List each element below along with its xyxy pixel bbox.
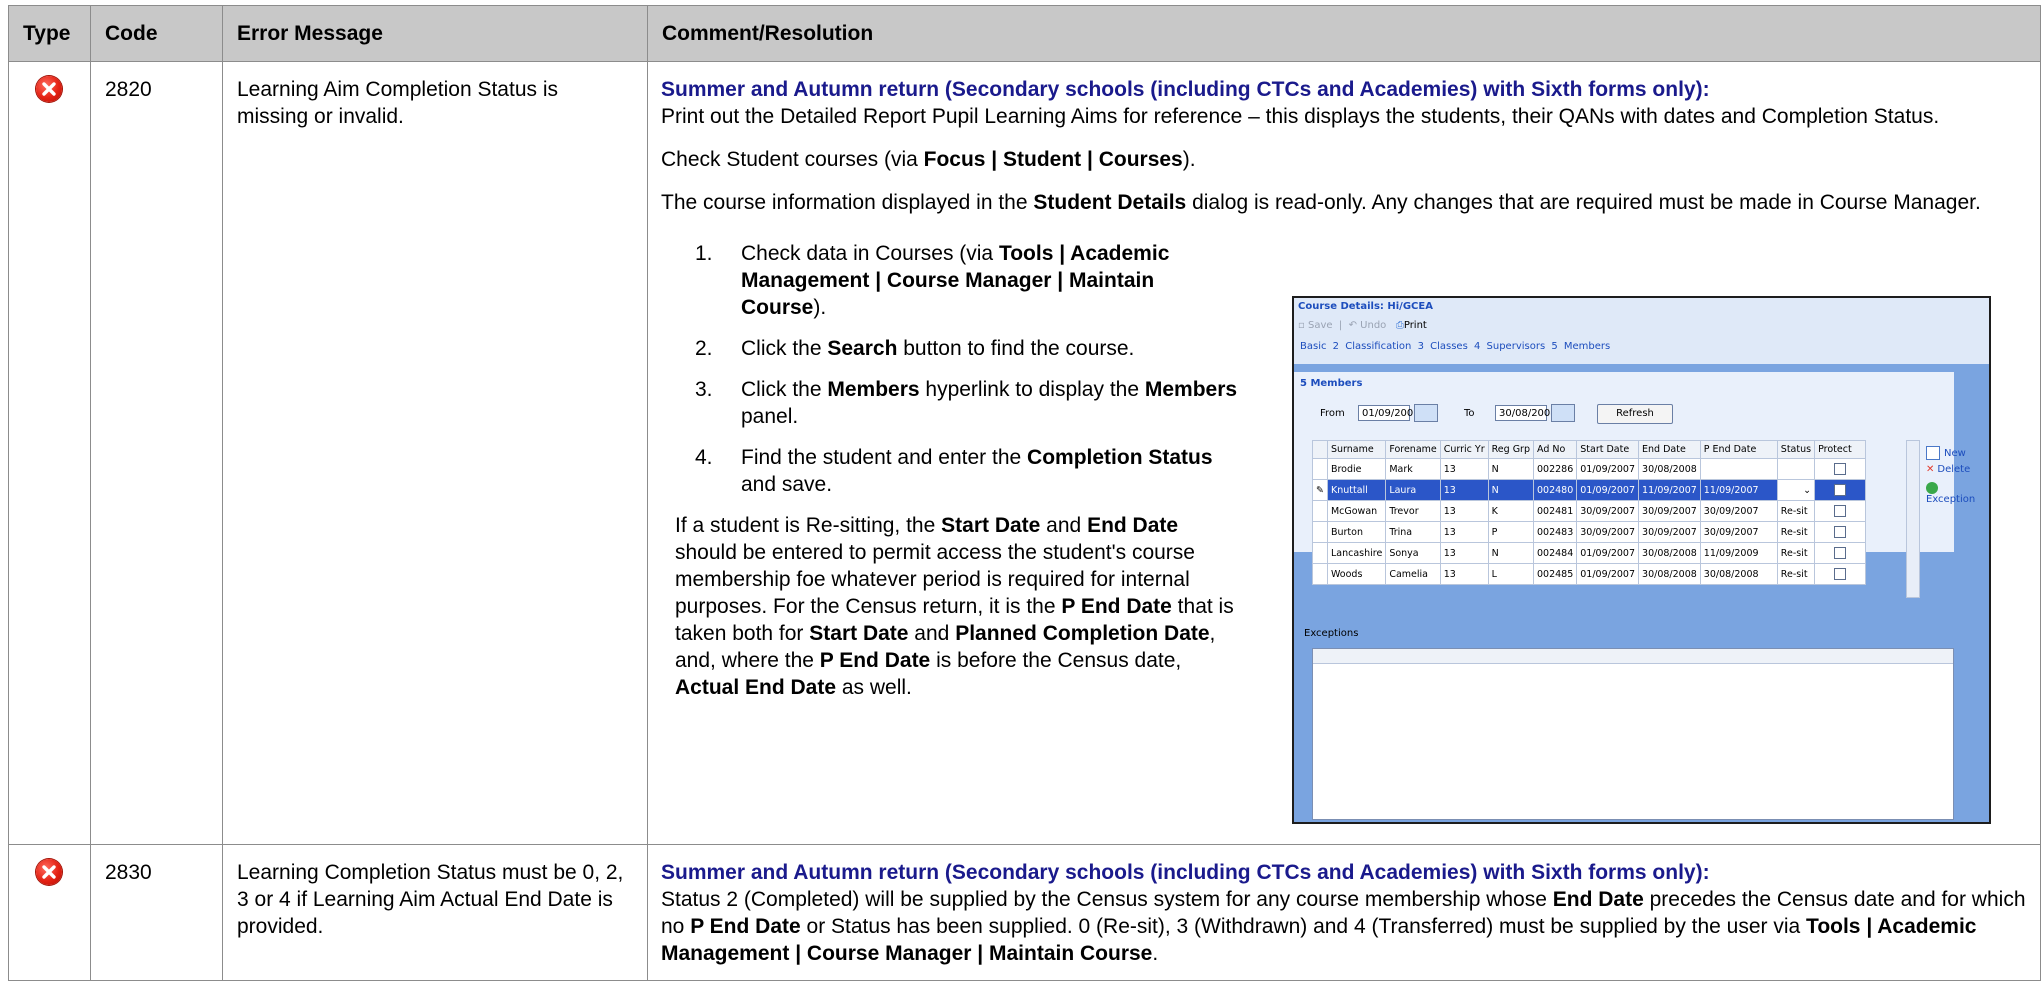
new-icon [1926, 446, 1940, 460]
error-message: Learning Completion Status must be 0, 2,… [237, 861, 624, 938]
header-row: Type Code Error Message Comment/Resoluti… [8, 5, 2041, 62]
type-cell [8, 844, 91, 981]
comment-paragraph: Check Student courses (via Focus | Stude… [661, 148, 1196, 171]
from-label: From [1320, 408, 1345, 419]
table-row[interactable]: Burton Trina 13 P 002483 30/09/2007 30/09/2007… [1312, 521, 1867, 543]
new-button[interactable]: New [1926, 446, 1966, 460]
list-item: 4. Find the student and enter the Complet… [695, 446, 1213, 496]
column-header[interactable]: Start Date [1576, 440, 1640, 459]
protect-checkbox[interactable] [1834, 526, 1847, 538]
members-section-title: 5 Members [1300, 378, 1363, 389]
code-cell: 2830 [90, 844, 223, 981]
type-cell [8, 61, 91, 845]
window-title: Course Details: Hi/GCEA [1298, 301, 1433, 312]
link-members[interactable]: 5 Members [1551, 341, 1610, 352]
header-error: Error Message [222, 5, 648, 62]
code-cell: 2820 [90, 61, 223, 845]
protect-checkbox[interactable] [1834, 547, 1847, 559]
calendar-icon[interactable] [1551, 404, 1575, 422]
link-classes[interactable]: 3 Classes [1418, 341, 1468, 352]
status-dropdown[interactable]: ⌄ [1776, 479, 1816, 501]
chevron-down-icon: ⌄ [1803, 484, 1812, 496]
exception-icon [1926, 482, 1938, 494]
header-comment: Comment/Resolution [647, 5, 2041, 62]
members-grid: Surname Forename Curric Yr Reg Grp Ad No… [1312, 440, 1867, 585]
exceptions-pane [1312, 648, 1954, 820]
refresh-button[interactable]: Refresh [1597, 404, 1673, 424]
list-item: 2. Click the Search button to find the co… [695, 337, 1135, 360]
exception-button[interactable]: Exception [1926, 482, 1989, 505]
return-heading: Summer and Autumn return (Secondary scho… [661, 78, 1710, 101]
resit-note: If a student is Re-sitting, the Start Da… [675, 514, 1234, 699]
column-header[interactable]: Forename [1385, 440, 1441, 459]
protect-checkbox[interactable] [1834, 484, 1847, 496]
header-code: Code [90, 5, 223, 62]
column-header[interactable]: Surname [1326, 440, 1387, 459]
save-button[interactable]: ▫ Save [1298, 320, 1333, 331]
column-header[interactable]: Curric Yr [1439, 440, 1489, 459]
error-cell: Learning Aim Completion Status is missin… [222, 61, 648, 845]
to-date-input[interactable]: 30/08/2008 [1495, 405, 1557, 421]
comment-paragraph: Print out the Detailed Report Pupil Lear… [661, 105, 1940, 128]
table-row: 2830 Learning Completion Status must be … [8, 844, 2041, 981]
comment-cell: Summer and Autumn return (Secondary scho… [647, 844, 2041, 981]
protect-checkbox[interactable] [1834, 505, 1847, 517]
table-row[interactable]: Lancashire Sonya 13 N 002484 01/09/2007 30/08/… [1312, 542, 1867, 564]
table-row[interactable]: McGowan Trevor 13 K 002481 30/09/2007 30/09/20… [1312, 500, 1867, 522]
column-header[interactable]: Protect [1814, 440, 1867, 459]
link-basic[interactable]: Basic [1300, 341, 1326, 352]
list-item: 3. Click the Members hyperlink to display… [695, 378, 1238, 428]
print-button[interactable]: ⎙Print [1396, 320, 1427, 331]
column-header[interactable]: End Date [1638, 440, 1701, 459]
delete-button[interactable]: ✕ Delete [1926, 464, 1970, 475]
header-type: Type [8, 5, 91, 62]
calendar-icon[interactable] [1414, 404, 1438, 422]
from-date-input[interactable]: 01/09/2007 [1358, 405, 1420, 421]
grid-header: Surname Forename Curric Yr Reg Grp Ad No… [1312, 440, 1867, 459]
protect-checkbox[interactable] [1834, 568, 1847, 580]
table-row[interactable]: Woods Camelia 13 L 002485 01/09/2007 30/08/200… [1312, 563, 1867, 585]
course-details-screenshot: Course Details: Hi/GCEA ▫ Save | ↶ Undo … [1292, 296, 1991, 824]
steps-list: 1. Check data in Courses (via Tools | Aca… [661, 240, 1239, 498]
table-row[interactable]: Brodie Mark 13 N 002286 01/09/2007 30/08/2008 [1312, 458, 1867, 480]
to-label: To [1464, 408, 1475, 419]
undo-button[interactable]: ↶ Undo [1349, 320, 1387, 331]
column-header[interactable]: Status [1776, 440, 1816, 459]
return-heading: Summer and Autumn return (Secondary scho… [661, 861, 1710, 884]
grid-scrollbar[interactable] [1906, 440, 1920, 598]
screenshot-header: Course Details: Hi/GCEA ▫ Save | ↶ Undo … [1294, 298, 1989, 364]
printer-icon: ⎙ [1395, 320, 1404, 331]
comment-paragraph: The course information displayed in the … [661, 191, 1981, 214]
error-message: Learning Aim Completion Status is missin… [237, 78, 558, 128]
list-item: 1. Check data in Courses (via Tools | Aca… [695, 242, 1170, 319]
comment-paragraph: Status 2 (Completed) will be supplied by… [661, 888, 2026, 965]
toolbar: ▫ Save | ↶ Undo ⎙Print [1298, 320, 1427, 331]
error-icon [36, 859, 62, 885]
delete-icon: ✕ [1926, 464, 1935, 475]
column-header[interactable]: Ad No [1532, 440, 1578, 459]
exceptions-label: Exceptions [1304, 628, 1359, 639]
error-code: 2830 [105, 861, 152, 884]
error-icon [36, 76, 62, 102]
error-cell: Learning Completion Status must be 0, 2,… [222, 844, 648, 981]
link-supervisors[interactable]: 4 Supervisors [1474, 341, 1545, 352]
nav-links: Basic 2 Classification 3 Classes 4 Super… [1300, 341, 1610, 352]
table-row[interactable]: ✎ Knuttall Laura 13 N 002480 01/09/2007 11/09/2… [1312, 479, 1867, 501]
column-header[interactable]: Reg Grp [1487, 440, 1535, 459]
protect-checkbox[interactable] [1834, 463, 1847, 475]
error-code: 2820 [105, 78, 152, 101]
column-header[interactable]: P End Date [1699, 440, 1778, 459]
link-classification[interactable]: 2 Classification [1333, 341, 1412, 352]
